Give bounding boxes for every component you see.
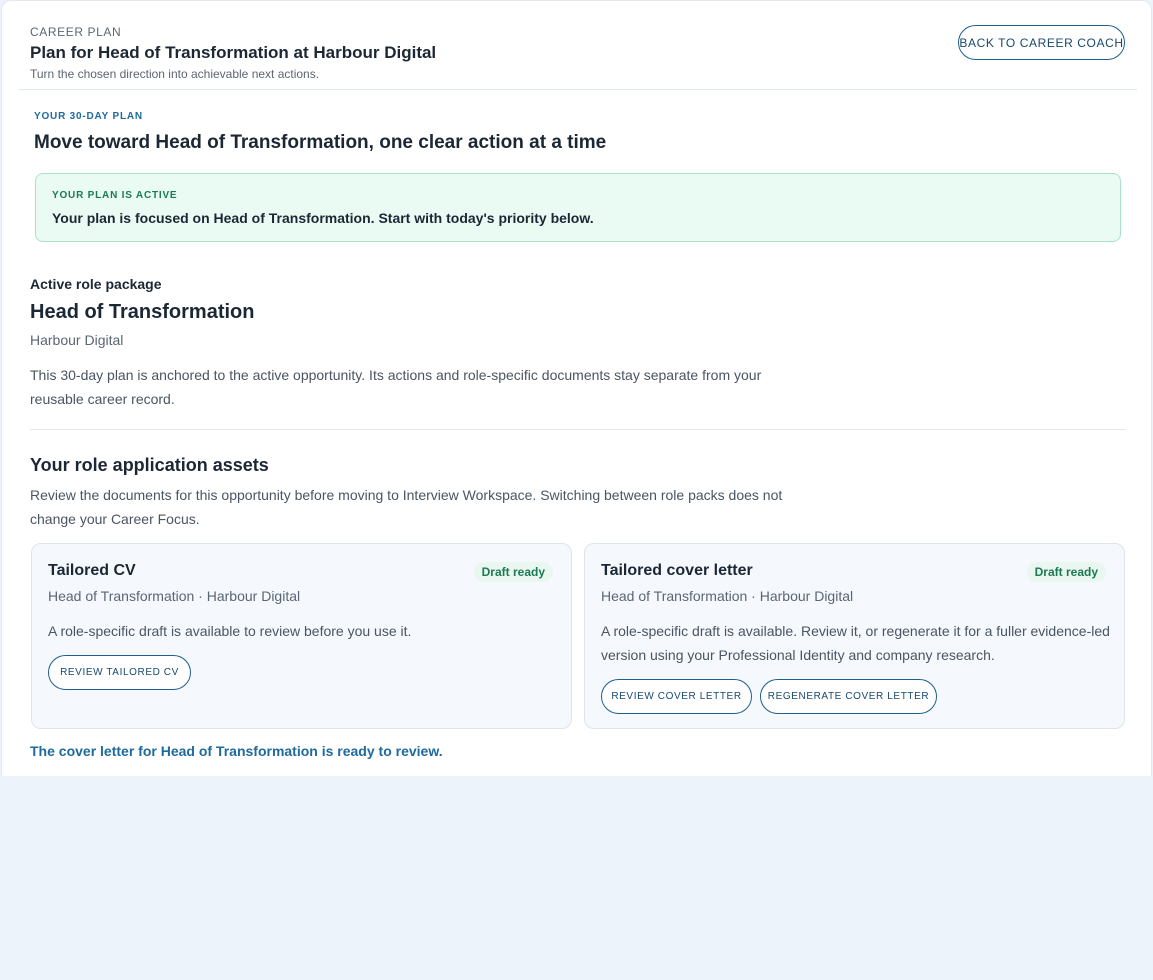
status-badge: Draft ready	[473, 562, 553, 582]
plan-active-banner: YOUR PLAN IS ACTIVE Your plan is focused…	[35, 173, 1121, 242]
header-divider	[19, 89, 1137, 90]
review-cover-letter-button[interactable]: REVIEW COVER LETTER	[601, 679, 752, 714]
card-description: A role-specific draft is available. Revi…	[601, 623, 1110, 663]
cover-letter-status-message: The cover letter for Head of Transformat…	[30, 743, 443, 759]
plan-eyebrow: YOUR 30-DAY PLAN	[34, 111, 143, 122]
card-meta: Head of Transformation · Harbour Digital	[601, 588, 854, 604]
page-title: Plan for Head of Transformation at Harbo…	[30, 43, 437, 62]
role-package-label: Active role package	[30, 276, 162, 292]
card-meta: Head of Transformation · Harbour Digital	[48, 588, 301, 604]
assets-description: Review the documents for this opportunit…	[30, 487, 783, 527]
banner-eyebrow: YOUR PLAN IS ACTIVE	[52, 190, 178, 201]
card-description: A role-specific draft is available to re…	[48, 623, 412, 639]
status-badge: Draft ready	[1026, 562, 1106, 582]
card-title: Tailored cover letter	[601, 562, 753, 579]
role-description: This 30-day plan is anchored to the acti…	[30, 367, 762, 407]
role-title: Head of Transformation	[30, 301, 255, 323]
review-tailored-cv-button[interactable]: REVIEW TAILORED CV	[48, 655, 191, 690]
back-to-career-coach-button[interactable]: BACK TO CAREER COACH	[958, 25, 1125, 60]
section-divider	[30, 429, 1125, 430]
banner-text: Your plan is focused on Head of Transfor…	[52, 210, 594, 226]
tailored-cover-letter-card: Tailored cover letter Draft ready Head o…	[584, 543, 1125, 729]
assets-title: Your role application assets	[30, 455, 269, 475]
regenerate-cover-letter-button[interactable]: REGENERATE COVER LETTER	[760, 679, 937, 714]
page-eyebrow: CAREER PLAN	[30, 25, 122, 39]
tailored-cv-card: Tailored CV Draft ready Head of Transfor…	[31, 543, 572, 729]
career-plan-page: CAREER PLAN Plan for Head of Transformat…	[1, 0, 1152, 776]
page-subtitle: Turn the chosen direction into achievabl…	[30, 67, 320, 81]
plan-heading: Move toward Head of Transformation, one …	[34, 132, 607, 153]
card-title: Tailored CV	[48, 562, 136, 579]
page-header: CAREER PLAN Plan for Head of Transformat…	[2, 1, 1151, 90]
role-company: Harbour Digital	[30, 332, 124, 348]
